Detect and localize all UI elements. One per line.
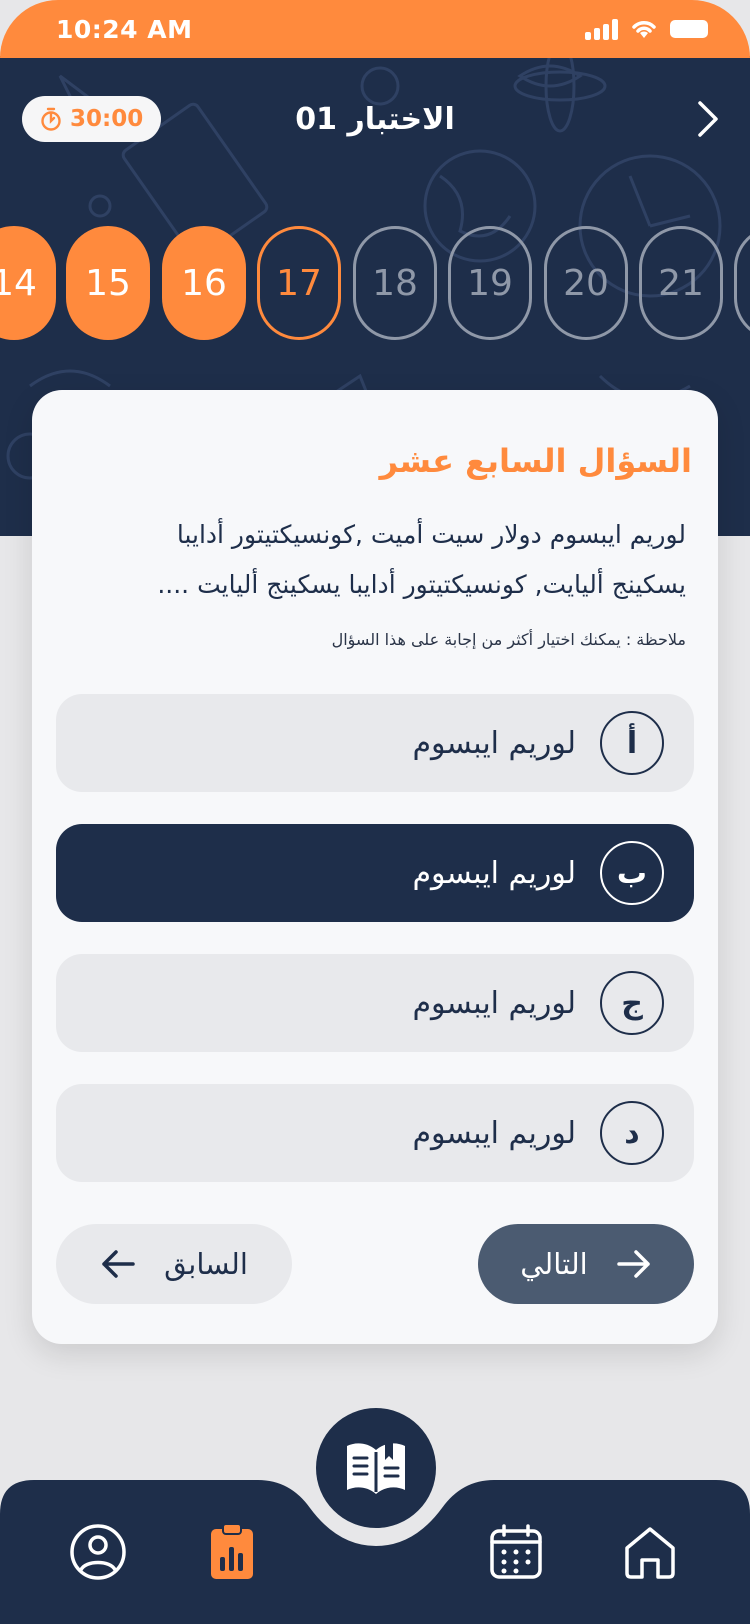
question-card: السؤال السابع عشر لوريم ايبسوم دولار سيت… (32, 390, 718, 1344)
previous-button[interactable]: السابق (56, 1224, 292, 1304)
calendar-icon (490, 1524, 542, 1579)
question-text-line-1: لوريم ايبسوم دولار سيت أميت ,كونسيكتيتور… (176, 520, 686, 549)
arrow-right-icon (617, 1250, 650, 1278)
question-number-15[interactable]: 15 (66, 226, 150, 340)
question-note: ملاحظة : يمكنك اختيار أكثر من إجابة على … (331, 630, 686, 649)
option-label: لوريم ايبسوم (412, 985, 576, 1021)
question-number-strip: 14 15 16 17 18 19 20 21 (0, 226, 750, 342)
question-number-next-partial[interactable] (734, 226, 750, 340)
question-heading: السؤال السابع عشر (379, 442, 692, 480)
option-a[interactable]: أ لوريم ايبسوم (56, 694, 694, 792)
lessons-fab[interactable] (316, 1408, 436, 1528)
status-icons (585, 18, 708, 40)
question-number-17[interactable]: 17 (257, 226, 341, 340)
option-b[interactable]: ب لوريم ايبسوم (56, 824, 694, 922)
question-text-line-2: يسكينج أليايت, كونسيكتيتور أدايبا يسكينج… (157, 570, 686, 599)
question-number-18[interactable]: 18 (353, 226, 437, 340)
option-label: لوريم ايبسوم (412, 725, 576, 761)
battery-icon (670, 20, 708, 38)
option-letter: ج (600, 971, 664, 1035)
timer-badge: 30:00 (22, 96, 162, 142)
clipboard-chart-icon (211, 1523, 253, 1579)
previous-button-label: السابق (164, 1247, 248, 1281)
option-letter: أ (600, 711, 664, 775)
tab-profile[interactable] (66, 1520, 130, 1584)
open-book-icon (347, 1442, 405, 1494)
question-text: لوريم ايبسوم دولار سيت أميت ,كونسيكتيتور… (86, 510, 686, 610)
next-button-label: التالي (520, 1247, 588, 1281)
back-button[interactable] (688, 96, 728, 142)
option-c[interactable]: ج لوريم ايبسوم (56, 954, 694, 1052)
profile-icon (70, 1524, 126, 1580)
arrow-left-icon (102, 1250, 135, 1278)
timer-value: 30:00 (70, 106, 144, 132)
quiz-screen: 10:24 AM 30:00 الاختبار 01 14 15 16 17 1… (0, 0, 750, 1624)
question-number-19[interactable]: 19 (448, 226, 532, 340)
header-row: 30:00 الاختبار 01 (22, 96, 728, 142)
home-icon (625, 1527, 675, 1579)
question-number-21[interactable]: 21 (639, 226, 723, 340)
signal-icon (585, 18, 618, 40)
option-letter: ب (600, 841, 664, 905)
wifi-icon (632, 21, 656, 38)
tab-exams[interactable] (200, 1520, 264, 1584)
question-number-16[interactable]: 16 (162, 226, 246, 340)
status-time: 10:24 AM (56, 14, 193, 44)
chevron-right-icon (698, 101, 718, 137)
option-label: لوريم ايبسوم (412, 855, 576, 891)
stopwatch-icon (41, 107, 61, 131)
tab-home[interactable] (618, 1520, 682, 1584)
status-bar: 10:24 AM (0, 0, 750, 58)
tab-calendar[interactable] (484, 1520, 548, 1584)
option-label: لوريم ايبسوم (412, 1115, 576, 1151)
next-button[interactable]: التالي (478, 1224, 694, 1304)
question-number-20[interactable]: 20 (544, 226, 628, 340)
question-number-14[interactable]: 14 (0, 226, 56, 340)
option-d[interactable]: د لوريم ايبسوم (56, 1084, 694, 1182)
option-letter: د (600, 1101, 664, 1165)
